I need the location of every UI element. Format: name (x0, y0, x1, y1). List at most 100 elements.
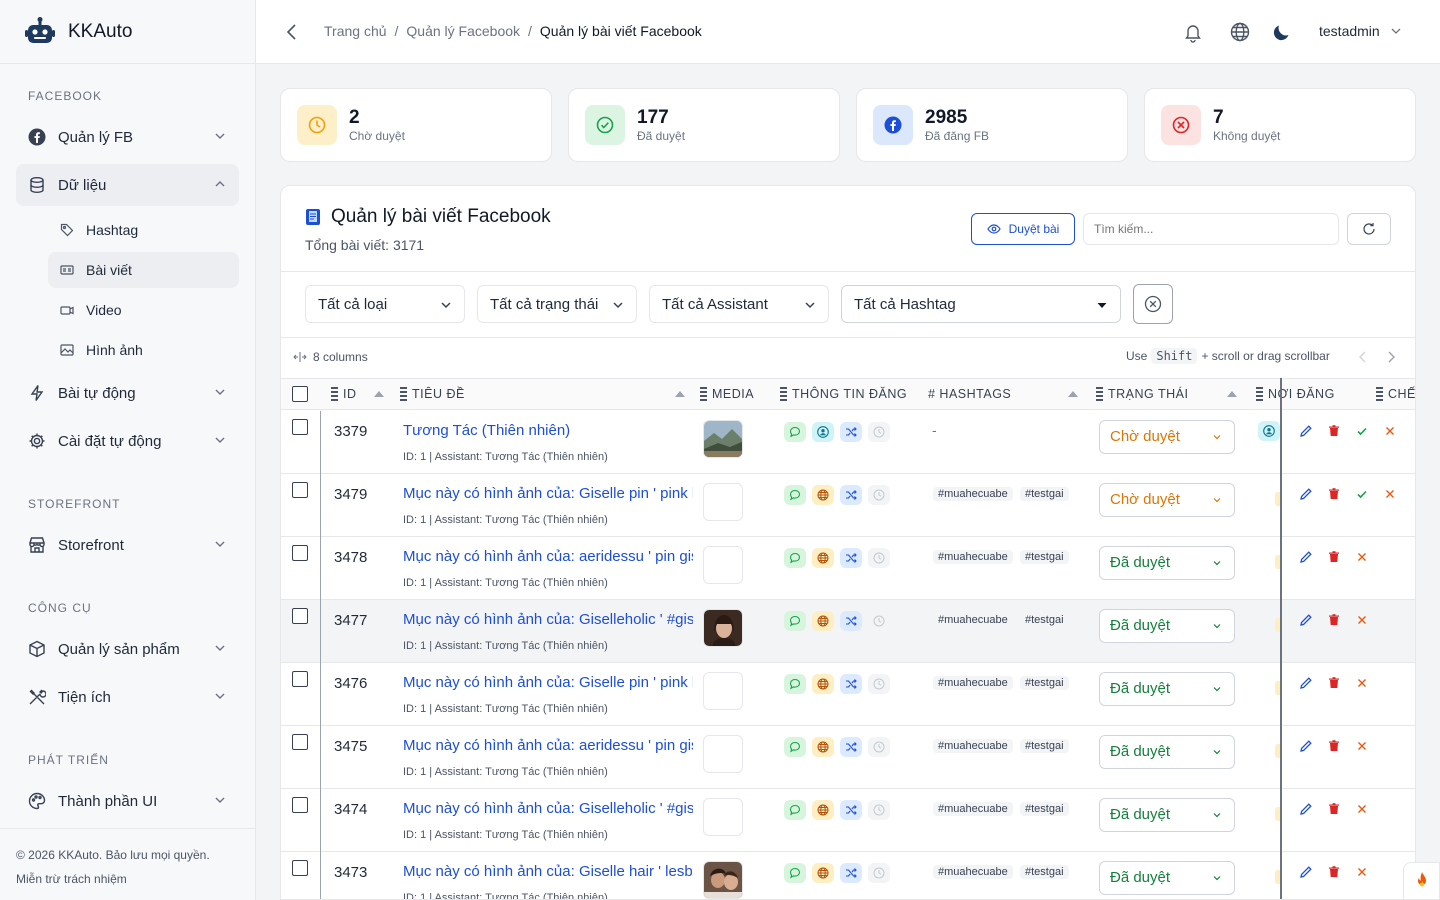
media-thumbnail[interactable] (703, 672, 743, 710)
drag-handle-icon[interactable] (780, 387, 787, 401)
row-checkbox[interactable] (292, 419, 308, 435)
sidebar-subitem-video[interactable]: Video (48, 292, 239, 328)
shuffle-icon[interactable] (840, 800, 862, 820)
columns-toggle[interactable]: 8 columns (293, 350, 368, 364)
shuffle-icon[interactable] (840, 485, 862, 505)
reject-icon[interactable] (1355, 739, 1369, 753)
sidebar-item-storefront[interactable]: Storefront (16, 524, 239, 566)
reject-icon[interactable] (1355, 802, 1369, 816)
delete-icon[interactable] (1327, 550, 1341, 564)
edit-icon[interactable] (1299, 424, 1313, 438)
drag-handle-icon[interactable] (1256, 387, 1263, 401)
table-row[interactable]: 3479 Mục này có hình ảnh của: Giselle pin… (281, 474, 1415, 537)
shuffle-icon[interactable] (840, 737, 862, 757)
drag-handle-icon[interactable] (1376, 387, 1383, 401)
edit-icon[interactable] (1299, 613, 1313, 627)
row-checkbox[interactable] (292, 734, 308, 750)
delete-icon[interactable] (1327, 865, 1341, 879)
assistant-filter-select[interactable]: Tất cả Assistant (649, 285, 829, 323)
hashtag-filter-select[interactable]: Tất cả Hashtag (841, 285, 1121, 323)
shuffle-icon[interactable] (840, 548, 862, 568)
status-select[interactable]: Đã duyệt (1099, 672, 1235, 706)
message-icon[interactable] (784, 422, 806, 442)
clock-icon[interactable] (868, 422, 890, 442)
clear-filters-button[interactable] (1133, 284, 1173, 324)
row-checkbox[interactable] (292, 860, 308, 876)
review-posts-button[interactable]: Duyệt bài (971, 213, 1075, 245)
row-checkbox[interactable] (292, 545, 308, 561)
post-title-link[interactable]: Mục này có hình ảnh của: aeridessu ' pin… (403, 737, 693, 754)
column-header-media[interactable]: MEDIA (700, 387, 754, 401)
shuffle-icon[interactable] (840, 611, 862, 631)
reject-icon[interactable] (1355, 613, 1369, 627)
user-menu[interactable]: testadmin (1319, 23, 1402, 39)
column-header-post-info[interactable]: THÔNG TIN ĐĂNG (780, 387, 907, 401)
sidebar-item-facebook-manage[interactable]: Quản lý FB (16, 116, 239, 158)
table-row[interactable]: 3379 Tương Tác (Thiên nhiên) ID: 1 | Assis… (281, 411, 1415, 474)
edit-icon[interactable] (1299, 739, 1313, 753)
table-row[interactable]: 3477 Mục này có hình ảnh của: Giselleholi… (281, 600, 1415, 663)
table-row[interactable]: 3478 Mục này có hình ảnh của: aeridessu '… (281, 537, 1415, 600)
search-input[interactable] (1083, 213, 1339, 245)
clock-icon[interactable] (868, 737, 890, 757)
scroll-right-icon[interactable] (1386, 351, 1396, 363)
globe-icon[interactable] (812, 737, 834, 757)
sort-icon[interactable] (1068, 391, 1079, 397)
shuffle-icon[interactable] (840, 422, 862, 442)
sidebar-item-auto-settings[interactable]: Cài đặt tự động (16, 420, 239, 462)
clock-icon[interactable] (868, 674, 890, 694)
column-header-status[interactable]: TRẠNG THÁI (1096, 387, 1238, 401)
message-icon[interactable] (784, 548, 806, 568)
table-row[interactable]: 3476 Mục này có hình ảnh của: Giselle pin… (281, 663, 1415, 726)
fire-icon[interactable] (1403, 862, 1440, 900)
status-select[interactable]: Đã duyệt (1099, 546, 1235, 580)
globe-icon[interactable] (812, 548, 834, 568)
sidebar-subitem-posts[interactable]: Bài viết (48, 252, 239, 288)
globe-icon[interactable] (812, 800, 834, 820)
refresh-button[interactable] (1347, 213, 1391, 245)
delete-icon[interactable] (1327, 613, 1341, 627)
post-title-link[interactable]: Mục này có hình ảnh của: Giselleholic ' … (403, 800, 693, 817)
post-title-link[interactable]: Tương Tác (Thiên nhiên) (403, 422, 693, 439)
sidebar-item-products[interactable]: Quản lý sản phẩm (16, 628, 239, 670)
approve-icon[interactable] (1355, 424, 1369, 438)
row-checkbox[interactable] (292, 671, 308, 687)
edit-icon[interactable] (1299, 487, 1313, 501)
row-checkbox[interactable] (292, 608, 308, 624)
status-select[interactable]: Đã duyệt (1099, 861, 1235, 895)
moon-icon[interactable] (1271, 21, 1293, 43)
bell-icon[interactable] (1182, 21, 1204, 43)
reject-icon[interactable] (1383, 424, 1397, 438)
media-thumbnail[interactable] (703, 861, 743, 899)
message-icon[interactable] (784, 800, 806, 820)
select-all-checkbox[interactable] (292, 386, 308, 402)
delete-icon[interactable] (1327, 676, 1341, 690)
sidebar-item-auto-posts[interactable]: Bài tự động (16, 372, 239, 414)
media-thumbnail[interactable] (703, 735, 743, 773)
message-icon[interactable] (784, 863, 806, 883)
brand[interactable]: KKAuto (0, 0, 255, 64)
shuffle-icon[interactable] (840, 674, 862, 694)
post-title-link[interactable]: Mục này có hình ảnh của: Giselleholic ' … (403, 611, 693, 628)
scroll-left-icon[interactable] (1358, 351, 1368, 363)
profile-icon[interactable] (812, 422, 834, 442)
clock-icon[interactable] (868, 863, 890, 883)
media-thumbnail[interactable] (703, 420, 743, 458)
breadcrumb-facebook[interactable]: Quản lý Facebook (406, 23, 520, 39)
drag-handle-icon[interactable] (1096, 387, 1103, 401)
status-select[interactable]: Đã duyệt (1099, 798, 1235, 832)
edit-icon[interactable] (1299, 802, 1313, 816)
column-header-mode[interactable]: CHẾ (1376, 387, 1415, 401)
post-title-link[interactable]: Mục này có hình ảnh của: Giselle hair ' … (403, 863, 693, 880)
drag-handle-icon[interactable] (700, 387, 707, 401)
globe-icon[interactable] (812, 863, 834, 883)
type-filter-select[interactable]: Tất cả loại (305, 285, 465, 323)
media-thumbnail[interactable] (703, 546, 743, 584)
drag-handle-icon[interactable] (400, 387, 407, 401)
globe-icon[interactable] (1229, 21, 1251, 43)
sidebar-subitem-images[interactable]: Hình ảnh (48, 332, 239, 368)
message-icon[interactable] (784, 611, 806, 631)
message-icon[interactable] (784, 674, 806, 694)
clock-icon[interactable] (868, 485, 890, 505)
reject-icon[interactable] (1383, 487, 1397, 501)
